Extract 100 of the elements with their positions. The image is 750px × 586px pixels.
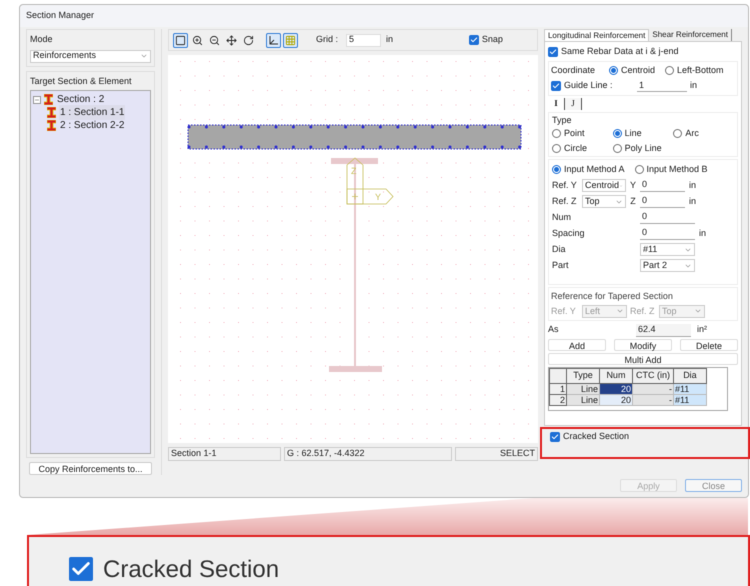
zoom-in-icon [192, 34, 203, 46]
radio-button[interactable] [612, 129, 622, 138]
row-header[interactable]: 2 [549, 394, 566, 405]
checkbox[interactable] [550, 432, 560, 442]
label: Snap [482, 33, 503, 46]
label: in [688, 178, 696, 192]
checkbox[interactable] [468, 35, 479, 45]
label: Num [552, 210, 572, 224]
label: Centroid [620, 64, 655, 76]
input-field[interactable]: 0 [640, 195, 685, 208]
action-button[interactable]: Add [548, 339, 606, 351]
checkbox[interactable] [548, 46, 558, 57]
radio-button[interactable] [608, 66, 618, 75]
chevron-down-icon [140, 52, 148, 60]
label: Guide Line : [564, 79, 614, 92]
status-field: G : 62.517, -4.4322 [284, 447, 452, 461]
collapse-toggle[interactable] [33, 96, 41, 104]
input-field[interactable]: 0 [640, 211, 695, 224]
i-beam-icon [47, 120, 56, 131]
label: Input Method B [646, 163, 708, 176]
radio-button[interactable] [552, 165, 561, 174]
action-button[interactable]: Delete [680, 339, 738, 351]
i-beam-icon [44, 94, 53, 105]
grid-field[interactable]: 5 [346, 34, 381, 46]
label: Cracked Section [562, 430, 629, 444]
label: in [690, 79, 697, 92]
row-header[interactable]: 1 [549, 383, 566, 394]
column-header: Dia [673, 368, 706, 383]
column-header: CTC (in) [632, 368, 674, 383]
label: Ref. Y [550, 304, 577, 318]
label: Spacing [552, 226, 582, 240]
axis-label: Z [350, 166, 356, 176]
column-header: Type [566, 368, 600, 383]
label: Coordinate [550, 64, 596, 76]
dropdown[interactable]: #11 [640, 243, 695, 256]
label: Mode [30, 33, 54, 46]
label: in² [696, 323, 707, 336]
checkbox[interactable] [69, 557, 93, 581]
label: Reference for Tapered Section [550, 291, 673, 301]
dropdown[interactable]: Centroid [582, 179, 626, 192]
tab[interactable]: Longitudinal Reinforcement [544, 29, 650, 41]
window-title: Section Manager [26, 9, 94, 22]
radio-button[interactable] [552, 129, 561, 138]
label: Target Section & Element [30, 74, 133, 88]
label: Left-Bottom [676, 64, 724, 76]
radio-button[interactable] [673, 129, 682, 138]
dropdown[interactable]: Top [582, 195, 626, 208]
checkbox[interactable] [550, 80, 561, 91]
input-field[interactable]: 0 [640, 227, 695, 240]
label: in [698, 226, 706, 240]
axis-label: Y [374, 192, 381, 202]
column-header: Num [599, 368, 632, 383]
label: Z [629, 194, 637, 208]
action-button[interactable]: Modify [614, 339, 672, 351]
label: Input Method A [564, 163, 624, 176]
tree-item[interactable]: 2 : Section 2-2 [59, 118, 126, 133]
label: Arc [685, 127, 699, 140]
rotate-icon [242, 34, 254, 46]
label: Grid : [316, 33, 338, 46]
label: Circle [564, 142, 587, 154]
radio-button[interactable] [664, 66, 674, 75]
status-field: Section 1-1 [168, 447, 281, 461]
label: Same Rebar Data at i & j-end [560, 45, 679, 58]
label: As [548, 323, 560, 336]
axis-icon [268, 34, 279, 46]
radio-button[interactable] [552, 144, 561, 153]
label: Point [564, 127, 584, 140]
axis-tool[interactable] [266, 32, 281, 48]
zoom-out-icon [208, 34, 220, 46]
move-icon [226, 34, 237, 46]
label: Y [628, 178, 637, 192]
tree-item[interactable]: Section : 2 [56, 92, 106, 107]
label: Ref. Y [552, 178, 578, 192]
grid-icon [284, 34, 296, 46]
move-tool[interactable] [224, 32, 239, 48]
dropdown[interactable]: Reinforcements [30, 50, 151, 62]
label: Dia [552, 242, 566, 256]
input-field[interactable]: 0 [640, 179, 685, 192]
status-field: SELECT [454, 447, 538, 461]
tree-item[interactable]: 1 : Section 1-1 [59, 105, 126, 120]
label: Poly Line [624, 142, 662, 155]
dropdown[interactable]: Part 2 [640, 259, 695, 272]
minus-icon [34, 96, 40, 102]
label: Part [552, 258, 570, 272]
radio-button[interactable] [634, 165, 644, 174]
as-value-field: 62.4 [636, 324, 691, 336]
label: in [386, 33, 393, 46]
tab[interactable]: J [564, 98, 582, 110]
label: Cracked Section [103, 557, 280, 583]
label: Ref. Z [552, 194, 578, 208]
label: in [688, 194, 696, 208]
radio-button[interactable] [612, 144, 622, 153]
label: Line [624, 127, 642, 140]
input-field[interactable]: 1 [636, 79, 687, 92]
fit-view-tool[interactable] [172, 32, 188, 48]
label: Type [552, 114, 572, 124]
i-beam-icon [47, 107, 56, 118]
copy-button[interactable]: Copy Reinforcements to... [29, 462, 152, 475]
multi-add-button[interactable]: Multi Add [548, 353, 738, 365]
fit-view-icon [174, 34, 186, 46]
